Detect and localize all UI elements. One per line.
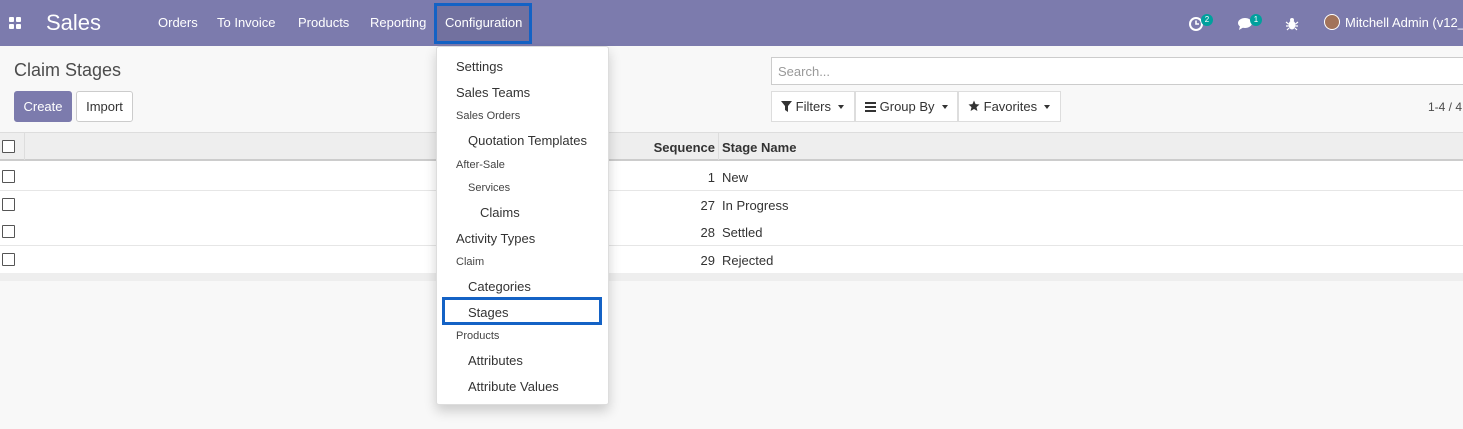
app-name[interactable]: Sales bbox=[46, 10, 101, 36]
cell-sequence: 28 bbox=[700, 225, 715, 240]
filters-button[interactable]: Filters bbox=[771, 91, 855, 122]
column-header-stage-name[interactable]: Stage Name bbox=[722, 140, 796, 155]
cell-stage-name: Rejected bbox=[722, 253, 774, 268]
menu-to-invoice[interactable]: To Invoice bbox=[217, 15, 276, 30]
menu-header-products: Products bbox=[456, 330, 500, 342]
search-bar[interactable] bbox=[771, 57, 1463, 85]
menu-header-services: Services bbox=[468, 182, 511, 194]
create-button[interactable]: Create bbox=[14, 91, 72, 122]
message-count-badge: 1 bbox=[1250, 14, 1262, 26]
row-checkbox[interactable] bbox=[2, 253, 15, 266]
cell-sequence: 29 bbox=[700, 253, 715, 268]
menu-item-quotation-templates[interactable]: Quotation Templates bbox=[468, 133, 587, 148]
group-by-label: Group By bbox=[879, 99, 935, 114]
apps-grid-icon[interactable] bbox=[9, 17, 21, 29]
star-icon bbox=[968, 100, 980, 111]
list-footer bbox=[0, 273, 1463, 281]
cell-stage-name: New bbox=[722, 170, 749, 185]
import-button[interactable]: Import bbox=[76, 91, 133, 122]
menu-item-categories[interactable]: Categories bbox=[468, 279, 531, 294]
menu-item-attribute-values[interactable]: Attribute Values bbox=[468, 379, 559, 394]
activity-count-badge: 2 bbox=[1201, 14, 1213, 26]
search-input[interactable] bbox=[778, 64, 1178, 79]
menu-header-claim: Claim bbox=[456, 256, 485, 268]
table-row[interactable]: 29 Rejected bbox=[0, 246, 1463, 274]
top-navbar: Sales Orders To Invoice Products Reporti… bbox=[0, 0, 1463, 46]
table-row[interactable]: 28 Settled bbox=[0, 218, 1463, 246]
row-checkbox[interactable] bbox=[2, 225, 15, 238]
user-avatar[interactable] bbox=[1324, 14, 1340, 30]
cell-stage-name: In Progress bbox=[722, 198, 789, 213]
favorites-label: Favorites bbox=[983, 99, 1038, 114]
menu-header-after-sale: After-Sale bbox=[456, 159, 505, 171]
menu-configuration[interactable]: Configuration bbox=[445, 15, 522, 30]
stages-list: Sequence Stage Name 1 New 27 In Progress… bbox=[0, 132, 1463, 281]
column-header-sequence[interactable]: Sequence bbox=[654, 140, 715, 155]
filter-icon bbox=[781, 101, 792, 112]
menu-item-attributes[interactable]: Attributes bbox=[468, 353, 523, 368]
stages-highlight-box bbox=[442, 297, 602, 325]
menu-item-settings[interactable]: Settings bbox=[456, 59, 503, 74]
pager-value[interactable]: 1-4 / 4 bbox=[1428, 100, 1462, 114]
row-checkbox[interactable] bbox=[2, 198, 15, 211]
menu-header-sales-orders: Sales Orders bbox=[456, 110, 521, 122]
cell-sequence: 27 bbox=[700, 198, 715, 213]
configuration-dropdown: Settings Sales Teams Sales Orders Quotat… bbox=[436, 46, 609, 405]
table-row[interactable]: 27 In Progress bbox=[0, 191, 1463, 219]
filters-label: Filters bbox=[795, 99, 832, 114]
bug-icon bbox=[1285, 18, 1299, 31]
favorites-button[interactable]: Favorites bbox=[958, 91, 1061, 122]
bars-icon bbox=[865, 102, 876, 112]
list-header: Sequence Stage Name bbox=[0, 132, 1463, 161]
menu-products[interactable]: Products bbox=[298, 15, 349, 30]
user-menu[interactable]: Mitchell Admin (v12_ bbox=[1345, 15, 1463, 30]
cell-sequence: 1 bbox=[707, 170, 715, 185]
row-checkbox[interactable] bbox=[2, 170, 15, 183]
menu-item-claims[interactable]: Claims bbox=[480, 205, 520, 220]
menu-item-activity-types[interactable]: Activity Types bbox=[456, 231, 535, 246]
select-all-checkbox[interactable] bbox=[2, 140, 15, 153]
group-by-button[interactable]: Group By bbox=[855, 91, 958, 122]
page-title: Claim Stages bbox=[14, 60, 122, 80]
menu-reporting[interactable]: Reporting bbox=[370, 15, 426, 30]
menu-orders[interactable]: Orders bbox=[158, 15, 198, 30]
menu-item-sales-teams[interactable]: Sales Teams bbox=[456, 85, 530, 100]
table-row[interactable]: 1 New bbox=[0, 163, 1463, 191]
cell-stage-name: Settled bbox=[722, 225, 763, 240]
